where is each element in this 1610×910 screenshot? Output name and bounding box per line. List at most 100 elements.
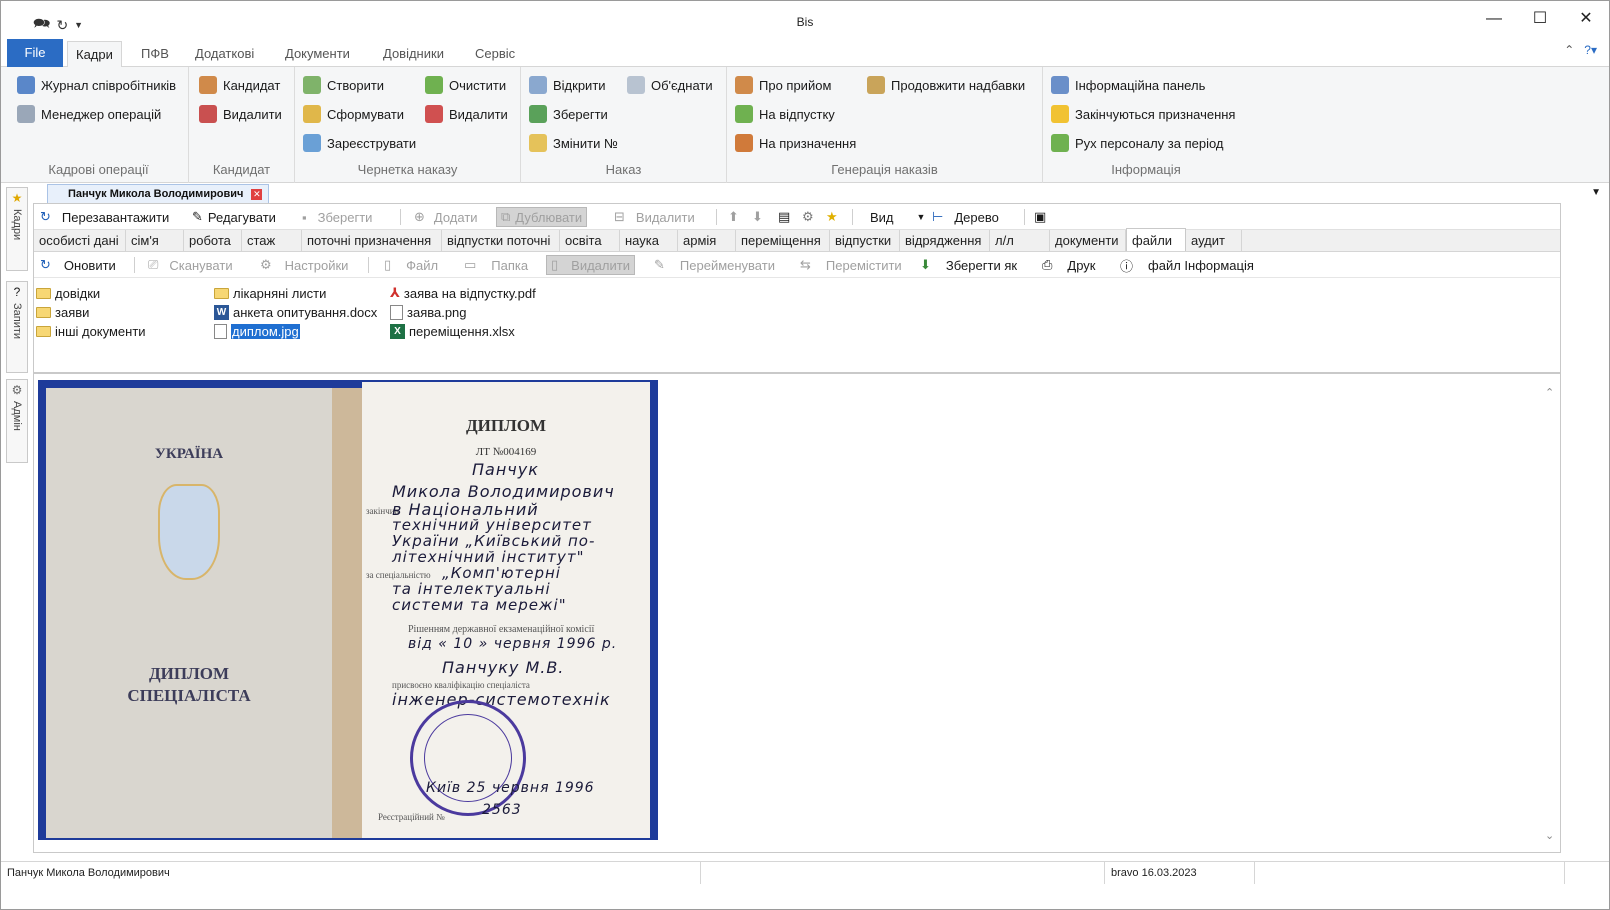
subtab-current-appointments[interactable]: поточні призначення bbox=[302, 230, 442, 252]
hire-button[interactable]: Про прийом bbox=[735, 73, 831, 97]
list-item[interactable]: довідки bbox=[36, 284, 100, 302]
tree-icon: ⊢ bbox=[932, 209, 944, 224]
candidate-button[interactable]: Кандидат bbox=[199, 73, 280, 97]
collapse-ribbon-icon[interactable]: ⌃ bbox=[1564, 43, 1574, 57]
subtab-audit[interactable]: аудит bbox=[1186, 230, 1242, 252]
info-panel-icon bbox=[1051, 76, 1069, 94]
favorite-button[interactable]: ★ bbox=[826, 207, 838, 227]
open-button[interactable]: Відкрити bbox=[529, 73, 606, 97]
reload-icon: ↻ bbox=[40, 209, 51, 224]
list-item[interactable]: ⅄ заява на відпустку.pdf bbox=[390, 284, 536, 302]
delete-button[interactable]: ⊟ Видалити bbox=[614, 207, 695, 227]
refresh-button[interactable]: ↻ Оновити bbox=[40, 255, 116, 275]
journal-employees-button[interactable]: Журнал співробітників bbox=[17, 73, 176, 97]
add-folder-button[interactable]: ▭ Папка bbox=[464, 255, 528, 275]
personnel-movement-button[interactable]: Рух персоналу за період bbox=[1051, 131, 1223, 155]
reload-button[interactable]: ↻ Перезавантажити bbox=[40, 207, 169, 227]
delete-draft-button[interactable]: Видалити bbox=[425, 102, 508, 126]
list-item[interactable]: заяви bbox=[36, 303, 89, 321]
close-button[interactable]: ✕ bbox=[1563, 1, 1609, 37]
subtab-documents[interactable]: документи bbox=[1050, 230, 1126, 252]
tree-button[interactable]: ⊢ Дерево bbox=[932, 207, 999, 227]
add-file-button[interactable]: ▯ Файл bbox=[384, 255, 438, 275]
list-item[interactable]: Xпереміщення.xlsx bbox=[390, 322, 515, 340]
subtab-current-vacations[interactable]: відпустки поточні bbox=[442, 230, 560, 252]
move-down-button[interactable]: ⬇ bbox=[752, 207, 763, 227]
minimize-button[interactable]: — bbox=[1471, 1, 1517, 37]
subtab-vacations[interactable]: відпустки bbox=[830, 230, 900, 252]
help-icon[interactable]: ?▾ bbox=[1584, 43, 1597, 57]
subtab-science[interactable]: наука bbox=[620, 230, 678, 252]
rail-zapyty[interactable]: ? Запити bbox=[6, 281, 28, 373]
scan-button[interactable]: ⎚ Сканувати bbox=[148, 255, 233, 275]
subtab-experience[interactable]: стаж bbox=[242, 230, 302, 252]
info-icon: ⓘ bbox=[1120, 258, 1134, 274]
rail-admin[interactable]: ⚙ Адмін bbox=[6, 379, 28, 463]
refresh-icon: ↻ bbox=[40, 257, 51, 272]
tab-dodatkovi[interactable]: Додаткові bbox=[187, 41, 262, 67]
tab-pfv[interactable]: ПФВ bbox=[133, 41, 177, 67]
list-item[interactable]: заява.png bbox=[390, 303, 467, 321]
file-info-button[interactable]: ⓘ файл Інформація bbox=[1120, 255, 1254, 275]
save-button[interactable]: ▪ Зберегти bbox=[302, 207, 372, 227]
subtab-army[interactable]: армія bbox=[678, 230, 736, 252]
subtab-business-trips[interactable]: відрядження bbox=[900, 230, 990, 252]
close-tab-icon[interactable]: ✕ bbox=[251, 189, 263, 200]
tab-file[interactable]: File bbox=[7, 39, 63, 67]
form-button[interactable]: Сформувати bbox=[303, 102, 404, 126]
chart-button[interactable]: ▣ bbox=[1034, 207, 1046, 227]
maximize-button[interactable]: ☐ bbox=[1517, 1, 1563, 37]
list-item-selected[interactable]: диплом.jpg bbox=[214, 322, 300, 340]
change-number-button[interactable]: Змінити № bbox=[529, 131, 618, 155]
subtab-files[interactable]: файли bbox=[1126, 228, 1186, 251]
merge-button[interactable]: Об'єднати bbox=[627, 73, 713, 97]
clear-button[interactable]: Очистити bbox=[425, 73, 506, 97]
add-button[interactable]: ⊕ Додати bbox=[414, 207, 478, 227]
edit-button[interactable]: ✎ Редагувати bbox=[192, 207, 276, 227]
appointment-button[interactable]: На призначення bbox=[735, 131, 856, 155]
save-order-button[interactable]: Зберегти bbox=[529, 102, 608, 126]
view-dropdown[interactable]: Вид ▼ bbox=[870, 207, 925, 227]
tabs-dropdown-icon[interactable]: ▼ bbox=[1591, 187, 1601, 198]
save-as-button[interactable]: ⬇ Зберегти як bbox=[920, 255, 1017, 275]
chevron-down-icon[interactable]: ⌄ bbox=[1545, 829, 1554, 842]
subtab-work[interactable]: робота bbox=[184, 230, 242, 252]
subtab-personal[interactable]: особисті дані bbox=[34, 230, 126, 252]
create-button[interactable]: Створити bbox=[303, 73, 384, 97]
app-window: 🗪 ↻ ▼ Bis — ☐ ✕ File Кадри ПФВ Додаткові… bbox=[0, 0, 1610, 910]
subtab-family[interactable]: сім'я bbox=[126, 230, 184, 252]
tab-servis[interactable]: Сервіс bbox=[467, 41, 523, 67]
list-item[interactable]: Wанкета опитування.docx bbox=[214, 303, 377, 321]
subtab-transfers[interactable]: переміщення bbox=[736, 230, 830, 252]
rail-kadry[interactable]: ★ Кадри bbox=[6, 187, 28, 271]
status-info: bravo 16.03.2023 bbox=[1105, 862, 1255, 884]
list-item[interactable]: лікарняні листи bbox=[214, 284, 326, 302]
register-button[interactable]: Зареєструвати bbox=[303, 131, 416, 155]
delete-file-button[interactable]: ▯ Видалити bbox=[546, 255, 635, 275]
rename-button[interactable]: ✎ Перейменувати bbox=[654, 255, 775, 275]
operations-manager-button[interactable]: Менеджер операцій bbox=[17, 102, 161, 126]
tab-dokumenty[interactable]: Документи bbox=[277, 41, 358, 67]
ending-appointments-button[interactable]: Закінчуються призначення bbox=[1051, 102, 1235, 126]
vacation-button[interactable]: На відпустку bbox=[735, 102, 835, 126]
subtab-education[interactable]: освіта bbox=[560, 230, 620, 252]
tab-dovidnyky[interactable]: Довідники bbox=[375, 41, 452, 67]
movement-icon bbox=[1051, 134, 1069, 152]
move-button[interactable]: ⇆ Перемістити bbox=[800, 255, 902, 275]
move-up-button[interactable]: ⬆ bbox=[728, 207, 739, 227]
print-button[interactable]: ⎙ Друк bbox=[1042, 255, 1095, 275]
settings-gear-button[interactable]: ⚙ bbox=[802, 207, 814, 227]
subtab-sick-leave[interactable]: л/л bbox=[990, 230, 1050, 252]
delete-candidate-button[interactable]: Видалити bbox=[199, 102, 282, 126]
info-panel-button[interactable]: Інформаційна панель bbox=[1051, 73, 1205, 97]
tab-kadry[interactable]: Кадри bbox=[67, 41, 122, 68]
list-item[interactable]: інші документи bbox=[36, 322, 146, 340]
duplicate-button[interactable]: ⧉ Дублювати bbox=[496, 207, 588, 227]
preview-scrollbar[interactable]: ⌃ ⌄ bbox=[1544, 386, 1558, 842]
extend-bonuses-button[interactable]: Продовжити надбавки bbox=[867, 73, 1025, 97]
chevron-up-icon[interactable]: ⌃ bbox=[1545, 386, 1554, 399]
group-kandydat: Кандидат Видалити Кандидат bbox=[189, 67, 295, 183]
scan-settings-button[interactable]: ⚙ Настройки bbox=[260, 255, 348, 275]
tab-employee-document[interactable]: Панчук Микола Володимирович ✕ bbox=[47, 184, 270, 203]
form-view-button[interactable]: ▤ bbox=[778, 207, 790, 227]
